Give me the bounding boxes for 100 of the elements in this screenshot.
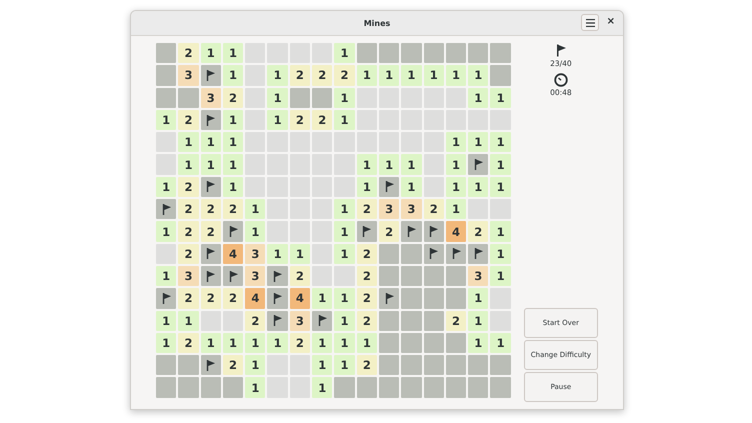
covered-tile[interactable] [490,377,511,398]
flagged-tile[interactable] [401,221,422,242]
covered-tile[interactable] [424,332,444,354]
flagged-tile[interactable] [468,244,488,264]
flag-icon [205,270,216,283]
covered-tile[interactable] [401,244,422,264]
flagged-tile[interactable] [222,221,244,242]
flagged-tile[interactable] [267,266,288,286]
covered-tile[interactable] [156,43,176,64]
flagged-tile[interactable] [267,310,288,331]
covered-tile[interactable] [424,266,444,286]
covered-tile[interactable] [424,288,444,309]
covered-tile[interactable] [468,377,488,398]
covered-tile[interactable] [446,355,466,376]
covered-tile[interactable] [446,266,466,286]
covered-tile[interactable] [401,288,422,309]
covered-tile[interactable] [490,43,511,64]
flagged-tile[interactable] [200,65,221,86]
covered-tile[interactable] [378,377,400,398]
covered-tile[interactable] [378,332,400,354]
flagged-tile[interactable] [378,288,400,309]
flagged-tile[interactable] [200,176,221,198]
flag-icon [428,247,440,260]
covered-tile[interactable] [290,88,310,108]
covered-tile[interactable] [424,310,444,331]
covered-tile[interactable] [356,43,377,64]
flag-icon [272,270,284,283]
flag-icon [205,358,216,372]
covered-tile[interactable] [401,332,422,354]
number-tile: 1 [245,377,266,398]
number-tile: 1 [490,244,511,264]
flagged-tile[interactable] [356,221,377,242]
number-tile: 1 [424,65,444,86]
flagged-tile[interactable] [424,244,444,264]
covered-tile[interactable] [378,43,400,64]
covered-tile[interactable] [178,377,199,398]
covered-tile[interactable] [156,377,176,398]
covered-tile[interactable] [446,377,466,398]
covered-tile[interactable] [156,65,176,86]
covered-tile[interactable] [312,88,332,108]
number-tile: 1 [267,88,288,108]
flagged-tile[interactable] [156,199,176,220]
covered-tile[interactable] [446,288,466,309]
covered-tile[interactable] [424,355,444,376]
number-tile: 2 [356,288,377,309]
covered-tile[interactable] [378,310,400,331]
number-tile: 1 [156,332,176,354]
number-tile: 3 [200,88,221,108]
covered-tile[interactable] [178,355,199,376]
flagged-tile[interactable] [200,244,221,264]
flagged-tile[interactable] [222,266,244,286]
covered-tile[interactable] [446,332,466,354]
covered-tile[interactable] [401,43,422,64]
covered-tile[interactable] [222,377,244,398]
flagged-tile[interactable] [312,310,332,331]
covered-tile[interactable] [490,355,511,376]
covered-tile[interactable] [401,266,422,286]
flagged-tile[interactable] [200,266,221,286]
flagged-tile[interactable] [468,154,488,175]
number-tile: 2 [424,199,444,220]
number-tile: 1 [267,332,288,354]
covered-tile[interactable] [468,355,488,376]
covered-tile[interactable] [200,377,221,398]
covered-tile[interactable] [424,43,444,64]
covered-tile[interactable] [378,355,400,376]
covered-tile[interactable] [424,377,444,398]
flagged-tile[interactable] [446,244,466,264]
covered-tile[interactable] [178,88,199,108]
number-tile: 3 [245,244,266,264]
number-tile: 1 [200,132,221,152]
number-tile: 1 [200,154,221,175]
covered-tile[interactable] [156,88,176,108]
flagged-tile[interactable] [378,176,400,198]
covered-tile[interactable] [490,65,511,86]
number-tile: 1 [490,132,511,152]
flag-icon [472,247,484,260]
covered-tile[interactable] [401,310,422,331]
covered-tile[interactable] [401,355,422,376]
flagged-tile[interactable] [267,288,288,309]
number-tile: 1 [222,132,244,152]
number-tile: 1 [334,88,355,108]
covered-tile[interactable] [378,244,400,264]
covered-tile[interactable] [401,377,422,398]
number-tile: 1 [468,132,488,152]
flagged-tile[interactable] [156,288,176,309]
flagged-tile[interactable] [200,110,221,130]
close-button[interactable]: × [604,16,617,28]
covered-tile[interactable] [156,355,176,376]
number-tile: 1 [490,176,511,198]
number-tile: 1 [222,65,244,86]
number-tile: 3 [178,266,199,286]
covered-tile[interactable] [378,266,400,286]
flagged-tile[interactable] [424,221,444,242]
covered-tile[interactable] [334,377,355,398]
flagged-tile[interactable] [200,355,221,376]
menu-button[interactable] [581,14,599,31]
covered-tile[interactable] [356,377,377,398]
number-tile: 1 [356,176,377,198]
covered-tile[interactable] [468,43,488,64]
covered-tile[interactable] [446,43,466,64]
